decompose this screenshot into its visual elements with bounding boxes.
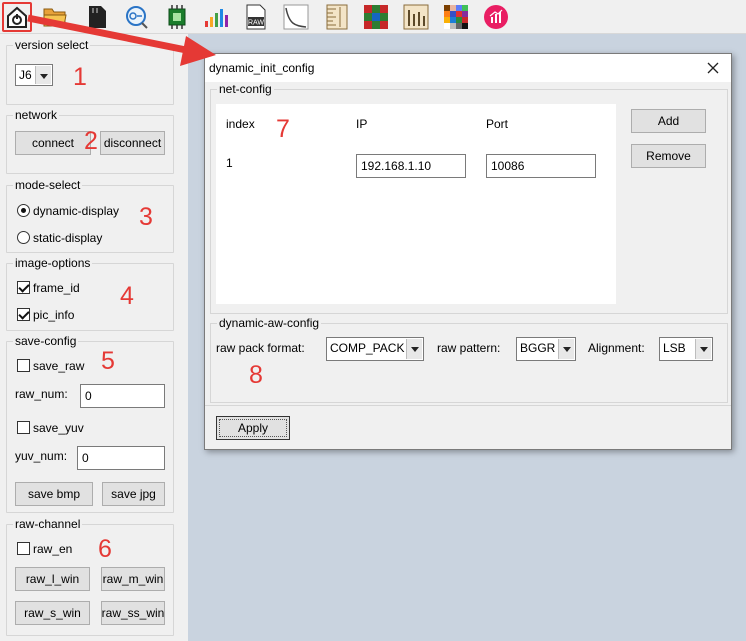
annotation-6: 6: [98, 535, 112, 563]
annotation-3: 3: [139, 203, 153, 231]
annotation-5: 5: [101, 347, 115, 375]
annotation-4: 4: [120, 282, 134, 310]
annotation-8: 8: [249, 361, 263, 389]
annotation-2: 2: [84, 127, 98, 155]
annotation-1: 1: [73, 63, 87, 91]
annotation-7: 7: [276, 115, 290, 143]
